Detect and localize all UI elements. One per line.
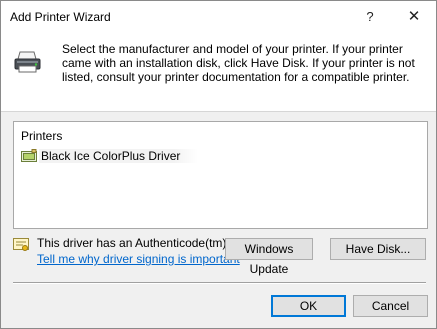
help-button[interactable]: ? (348, 1, 392, 32)
printer-icon (13, 50, 43, 79)
signature-status-text: This driver has an Authenticode(tm) sign… (37, 236, 225, 250)
title-bar: Add Printer Wizard ? ✕ (1, 1, 436, 32)
printers-list[interactable]: Printers Black Ice ColorPlus Driver (13, 121, 428, 229)
driver-signing-link[interactable]: Tell me why driver signing is important (37, 252, 240, 266)
printers-list-header: Printers (21, 129, 63, 143)
windows-update-button[interactable]: Windows Update (225, 238, 313, 276)
divider (13, 282, 426, 284)
wizard-header: Select the manufacturer and model of you… (1, 32, 436, 112)
add-printer-wizard-dialog: Add Printer Wizard ? ✕ Select the manufa… (0, 0, 437, 329)
list-item[interactable]: Black Ice ColorPlus Driver (19, 147, 219, 164)
certificate-icon (13, 238, 29, 255)
ok-button[interactable]: OK (271, 295, 346, 317)
instruction-text: Select the manufacturer and model of you… (62, 42, 415, 84)
close-button[interactable]: ✕ (392, 1, 436, 32)
cancel-button[interactable]: Cancel (353, 295, 428, 317)
window-title: Add Printer Wizard (10, 10, 111, 24)
printer-driver-icon (21, 149, 37, 166)
printer-driver-label: Black Ice ColorPlus Driver (39, 149, 199, 163)
have-disk-button[interactable]: Have Disk... (330, 238, 426, 260)
